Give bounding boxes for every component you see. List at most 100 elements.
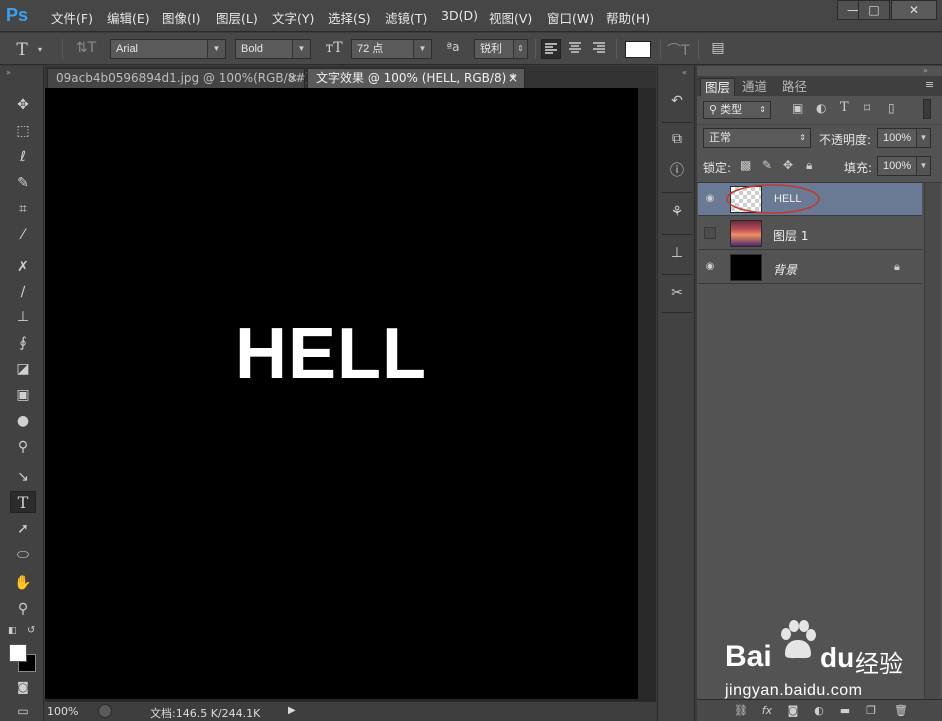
menu-type[interactable]: 文字(Y)	[272, 8, 314, 27]
blend-mode-select[interactable]: 正常 ⇕	[703, 128, 811, 148]
filter-type-icon[interactable]: T	[840, 100, 849, 115]
character-panel-icon[interactable]: ▤	[706, 40, 730, 56]
lock-all-icon[interactable]: 🔒︎	[806, 158, 812, 173]
menu-view[interactable]: 视图(V)	[489, 8, 532, 27]
align-center-icon[interactable]	[565, 40, 585, 58]
status-menu-arrow-icon[interactable]: ▶	[288, 705, 296, 716]
align-left-icon[interactable]	[541, 39, 561, 59]
3d-panel-icon[interactable]: ⧉	[665, 128, 689, 150]
brush-tool-icon[interactable]: ∕	[10, 281, 36, 303]
tool-presets-icon[interactable]: ✂	[665, 282, 689, 304]
canvas-text-layer[interactable]: HELL	[235, 313, 427, 395]
default-colors-icon[interactable]: ◧	[8, 626, 17, 636]
layers-scrollbar[interactable]	[924, 183, 940, 703]
font-family-select[interactable]: Arial ▼	[110, 39, 226, 59]
pen-tool-icon[interactable]: ↘	[10, 466, 36, 488]
blur-tool-icon[interactable]: ●	[10, 410, 36, 432]
menu-file[interactable]: 文件(F)	[51, 8, 93, 27]
status-info-icon[interactable]	[98, 704, 112, 718]
lock-image-icon[interactable]: ✎	[762, 158, 772, 172]
layer-name[interactable]: 图层 1	[773, 227, 808, 244]
tab-document-1[interactable]: 09acb4b0596894d1.jpg @ 100%(RGB/8#) ×	[47, 68, 310, 88]
close-button[interactable]: ✕	[891, 0, 937, 20]
dodge-tool-icon[interactable]: ⚲	[10, 436, 36, 458]
lasso-tool-icon[interactable]: ℓ	[10, 146, 36, 168]
marquee-tool-icon[interactable]: ⬚	[10, 120, 36, 142]
filter-toggle[interactable]	[923, 99, 931, 119]
add-mask-icon[interactable]: ◙	[785, 703, 801, 719]
visibility-toggle[interactable]	[704, 227, 716, 239]
eraser-tool-icon[interactable]: ◪	[10, 358, 36, 380]
healing-brush-tool-icon[interactable]: ✗	[10, 256, 36, 278]
layer-row-background[interactable]: ◉ 背景 🔒︎	[698, 251, 922, 284]
type-tool-icon[interactable]: T	[10, 491, 36, 513]
filter-shape-icon[interactable]: ⌑	[864, 101, 870, 115]
align-right-icon[interactable]	[589, 40, 609, 58]
eye-icon[interactable]: ◉	[704, 261, 716, 273]
move-tool-icon[interactable]: ✥	[10, 94, 36, 116]
text-color-swatch[interactable]	[625, 41, 651, 58]
close-icon[interactable]: ×	[508, 69, 518, 88]
crop-tool-icon[interactable]: ⌗	[10, 198, 36, 220]
quick-select-tool-icon[interactable]: ✎	[10, 172, 36, 194]
tab-document-2[interactable]: 文字效果 @ 100% (HELL, RGB/8) * ×	[307, 68, 525, 88]
clone-stamp-tool-icon[interactable]: ⊥	[10, 306, 36, 328]
zoom-tool-icon[interactable]: ⚲	[10, 598, 36, 620]
history-brush-tool-icon[interactable]: ∮	[10, 332, 36, 354]
close-icon[interactable]: ×	[288, 69, 298, 88]
new-layer-icon[interactable]: ❐	[863, 703, 879, 719]
type-tool-preset-icon[interactable]: T	[8, 40, 36, 60]
brush-presets-icon[interactable]: ⚘	[665, 201, 689, 223]
tab-paths[interactable]: 路径	[778, 78, 811, 96]
collapse-icon[interactable]: »	[923, 66, 928, 75]
zoom-level[interactable]: 100%	[47, 705, 78, 718]
foreground-color-swatch[interactable]	[9, 644, 27, 662]
info-panel-icon[interactable]: ⓘ	[665, 160, 689, 182]
text-orientation-icon[interactable]: ⇅T	[73, 40, 99, 56]
maximize-button[interactable]: □	[858, 0, 890, 20]
collapse-icon[interactable]: «	[682, 68, 687, 77]
history-panel-icon[interactable]: ↶	[665, 90, 689, 112]
trash-icon[interactable]: 🗑︎	[893, 703, 909, 719]
font-style-select[interactable]: Bold ▼	[235, 39, 311, 59]
layer-filter-select[interactable]: ⚲ 类型 ⇕	[703, 101, 771, 119]
antialias-select[interactable]: 锐利 ⇕	[474, 39, 528, 59]
gradient-tool-icon[interactable]: ▣	[10, 384, 36, 406]
path-selection-tool-icon[interactable]: ➚	[10, 518, 36, 540]
layer-row-layer1[interactable]: 图层 1	[698, 217, 922, 250]
menu-help[interactable]: 帮助(H)	[606, 8, 650, 27]
adjustment-layer-icon[interactable]: ◐	[811, 703, 827, 719]
menu-3d[interactable]: 3D(D)	[441, 8, 478, 23]
filter-pixel-icon[interactable]: ▣	[792, 101, 803, 115]
opacity-input[interactable]: 100% ▼	[877, 128, 931, 148]
screen-mode-icon[interactable]: ▭	[10, 700, 36, 721]
clone-source-icon[interactable]: ⊥	[665, 242, 689, 264]
menu-filter[interactable]: 滤镜(T)	[385, 8, 427, 27]
link-layers-icon[interactable]: ⛓	[733, 703, 749, 719]
swap-colors-icon[interactable]: ↺	[27, 625, 35, 636]
eye-icon[interactable]: ◉	[704, 193, 716, 205]
menu-image[interactable]: 图像(I)	[162, 8, 200, 27]
tab-layers[interactable]: 图层	[700, 78, 736, 96]
chevron-down-icon[interactable]: ▾	[34, 45, 46, 54]
eyedropper-tool-icon[interactable]: ⁄	[10, 224, 36, 246]
ellipse-tool-icon[interactable]: ⬭	[10, 544, 36, 566]
quick-mask-icon[interactable]: ◙	[10, 676, 36, 698]
filter-adjustment-icon[interactable]: ◐	[816, 101, 826, 115]
font-size-select[interactable]: 72 点 ▼	[351, 39, 432, 59]
lock-position-icon[interactable]: ✥	[783, 158, 793, 172]
menu-select[interactable]: 选择(S)	[328, 8, 371, 27]
filter-smart-object-icon[interactable]: ▯	[888, 101, 895, 115]
tab-channels[interactable]: 通道	[738, 78, 771, 96]
panel-menu-icon[interactable]: ≡	[925, 78, 934, 91]
new-group-icon[interactable]: ▬	[837, 703, 853, 719]
layer-row-hell[interactable]: ◉ HELL	[698, 183, 922, 216]
fx-icon[interactable]: fx	[759, 703, 775, 719]
menu-layer[interactable]: 图层(L)	[216, 8, 258, 27]
menu-window[interactable]: 窗口(W)	[547, 8, 594, 27]
menu-edit[interactable]: 编辑(E)	[107, 8, 150, 27]
collapse-icon[interactable]: »	[6, 68, 11, 77]
layer-name[interactable]: 背景	[773, 261, 797, 278]
warp-text-icon[interactable]: ⌒T	[667, 40, 690, 60]
document-canvas[interactable]: HELL	[45, 88, 638, 699]
